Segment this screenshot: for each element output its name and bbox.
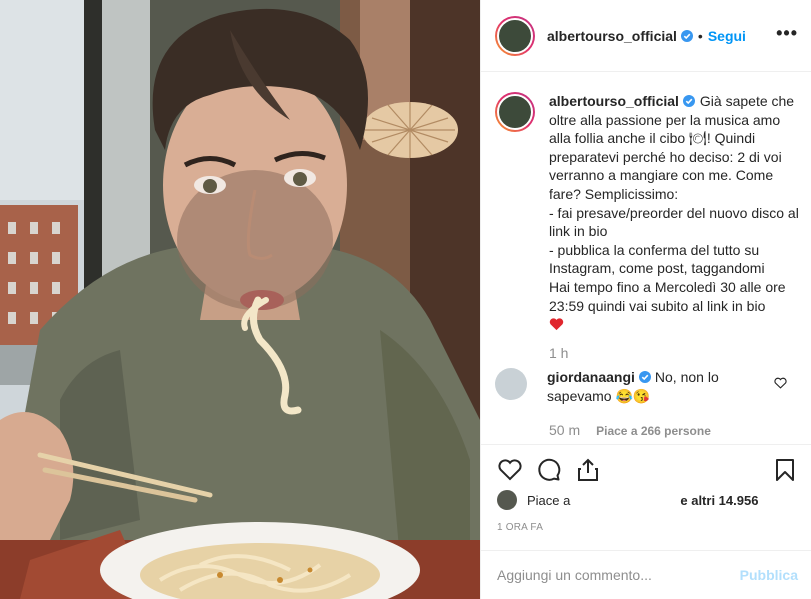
liker-avatar[interactable]	[497, 490, 517, 510]
verified-badge-icon	[680, 29, 693, 42]
publish-button[interactable]: Pubblica	[740, 567, 798, 583]
comment-meta: 50 m Piace a 266 persone	[549, 422, 711, 438]
likes-prefix: Piace a	[527, 492, 571, 508]
verified-badge-icon	[638, 371, 651, 383]
comment-heart-icon[interactable]	[774, 377, 787, 389]
heart-icon[interactable]	[497, 457, 523, 483]
comment-icon[interactable]	[536, 457, 562, 483]
action-bar	[481, 444, 811, 494]
likes-summary: Piace a e altri 14.956	[497, 490, 758, 510]
caption-text: Già sapete che oltre alla passione per l…	[549, 93, 799, 314]
more-options-icon[interactable]: •••	[776, 24, 798, 42]
verified-badge-icon	[682, 95, 695, 107]
caption-username[interactable]: albertourso_official	[549, 93, 679, 109]
post-date[interactable]: 1 ORA FA	[497, 522, 543, 533]
photo-illustration	[0, 0, 480, 599]
header-separator: •	[697, 27, 703, 44]
instagram-post: albertourso_official • Segui ••• alberto…	[0, 0, 811, 599]
caption: albertourso_official Già sapete che oltre…	[495, 92, 799, 334]
post-side-panel: albertourso_official • Segui ••• alberto…	[480, 0, 811, 599]
comment-text-block: giordanaangi No, non lo sapevamo 😂😘	[547, 368, 757, 405]
comment-time[interactable]: 50 m	[549, 422, 580, 438]
comment-item: giordanaangi No, non lo sapevamo 😂😘	[495, 368, 795, 405]
author-avatar[interactable]	[495, 15, 535, 56]
follow-button[interactable]: Segui	[708, 28, 746, 44]
caption-avatar[interactable]	[495, 92, 535, 132]
share-icon[interactable]	[575, 457, 601, 483]
commenter-username[interactable]: giordanaangi	[547, 369, 635, 385]
likes-count[interactable]: e altri 14.956	[680, 493, 758, 508]
post-header: albertourso_official • Segui •••	[481, 0, 811, 72]
comment-input[interactable]: Aggiungi un commento...	[497, 567, 740, 583]
bookmark-icon[interactable]	[772, 457, 798, 483]
comment-composer: Aggiungi un commento... Pubblica	[481, 550, 811, 599]
caption-text-block: albertourso_official Già sapete che oltre…	[549, 92, 799, 334]
author-username[interactable]: albertourso_official	[547, 28, 677, 44]
post-photo[interactable]	[0, 0, 480, 599]
comment-likes[interactable]: Piace a 266 persone	[596, 424, 711, 438]
caption-time[interactable]: 1 h	[549, 345, 568, 361]
comments-section: albertourso_official Già sapete che oltre…	[481, 72, 811, 444]
commenter-avatar[interactable]	[495, 368, 527, 400]
red-heart-emoji	[549, 318, 564, 331]
